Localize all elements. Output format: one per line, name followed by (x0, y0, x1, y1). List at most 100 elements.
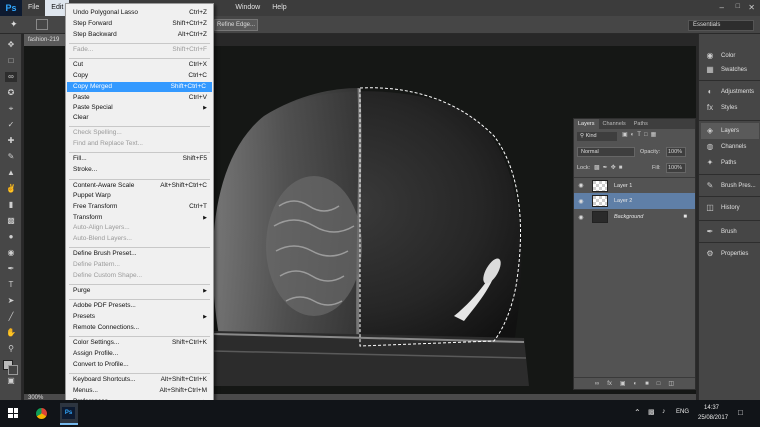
windows-start-icon[interactable] (8, 408, 18, 418)
menu-item-menus[interactable]: Menus... Alt+Shift+Ctrl+M (73, 386, 207, 396)
new-layer-icon[interactable]: □ (657, 378, 661, 389)
dodge-tool-icon[interactable]: ◉ (5, 248, 17, 258)
menu-item-cut[interactable]: Cut Ctrl+X (73, 60, 207, 70)
clock-time[interactable]: 14:37 (704, 405, 719, 411)
fx-icon[interactable]: fx (607, 378, 612, 389)
menu-item-auto-blend[interactable]: Auto-Blend Layers... (73, 234, 207, 244)
healing-brush-icon[interactable]: ✚ (5, 136, 17, 146)
menu-item-puppet-warp[interactable]: Puppet Warp (73, 191, 207, 201)
visibility-eye-icon[interactable]: ◉ (576, 214, 586, 221)
eraser-tool-icon[interactable]: ▮ (5, 200, 17, 210)
language-indicator[interactable]: ENG (676, 409, 689, 415)
menu-item-find-replace[interactable]: Find and Replace Text... (73, 139, 207, 149)
menu-item-clear[interactable]: Clear (73, 113, 207, 123)
network-icon[interactable]: ▩ (648, 408, 655, 416)
fill-input[interactable]: 100% (666, 163, 686, 173)
menu-item-purge[interactable]: Purge ▶ (73, 286, 207, 296)
menu-item-transform[interactable]: Transform ▶ (73, 213, 207, 223)
menu-item-remote-connections[interactable]: Remote Connections... (73, 323, 207, 333)
shape-tool-icon[interactable]: ╱ (5, 312, 17, 322)
brush-tool-icon[interactable]: ✎ (5, 152, 17, 162)
dock-brush[interactable]: ✒ Brush (701, 224, 759, 240)
refine-edge-button[interactable]: Refine Edge... (214, 19, 258, 31)
menu-item-convert-profile[interactable]: Convert to Profile... (73, 360, 207, 370)
menu-item-content-aware-scale[interactable]: Content-Aware Scale Alt+Shift+Ctrl+C (73, 181, 207, 191)
menu-item-paste[interactable]: Paste Ctrl+V (73, 93, 207, 103)
gradient-tool-icon[interactable]: ▩ (5, 216, 17, 226)
chrome-icon[interactable] (35, 407, 48, 420)
menu-window[interactable]: Window (229, 0, 266, 16)
minimize-icon[interactable]: – (720, 3, 724, 12)
type-tool-icon[interactable]: T (5, 280, 17, 290)
filter-icons[interactable]: ▣◐T□▦ (622, 131, 659, 138)
menu-item-define-pattern[interactable]: Define Pattern... (73, 260, 207, 270)
dock-channels[interactable]: ◍ Channels (701, 139, 759, 155)
menu-item-paste-special[interactable]: Paste Special ▶ (73, 103, 207, 113)
menu-item-define-custom-shape[interactable]: Define Custom Shape... (73, 271, 207, 281)
dock-layers[interactable]: ◈ Layers (701, 123, 759, 139)
photoshop-taskbar-button[interactable]: Ps (60, 403, 78, 425)
history-brush-icon[interactable]: ✌ (5, 184, 17, 194)
menu-item-pdf-presets[interactable]: Adobe PDF Presets... (73, 301, 207, 311)
background-color-swatch[interactable] (8, 365, 18, 375)
dock-history[interactable]: ◫ History (701, 200, 759, 216)
dock-paths[interactable]: ✦ Paths (701, 155, 759, 171)
menu-file[interactable]: File (22, 0, 45, 16)
clock-date[interactable]: 25/08/2017 (698, 415, 728, 421)
clone-stamp-icon[interactable]: ▲ (5, 168, 17, 178)
quick-mask-icon[interactable]: ▣ (5, 376, 17, 386)
menu-item-step-forward[interactable]: Step Forward Shift+Ctrl+Z (73, 19, 207, 29)
folder-icon[interactable]: ■ (645, 378, 649, 389)
zoom-tool-icon[interactable]: ⚲ (5, 344, 17, 354)
blur-tool-icon[interactable]: ● (5, 232, 17, 242)
menu-item-undo[interactable]: Undo Polygonal Lasso Ctrl+Z (73, 8, 207, 18)
menu-item-copy-merged[interactable]: Copy Merged Shift+Ctrl+C (67, 82, 212, 92)
move-tool-icon[interactable]: ✥ (5, 40, 17, 50)
dock-properties[interactable]: ⚙ Properties (701, 246, 759, 262)
pen-tool-icon[interactable]: ✒ (5, 264, 17, 274)
workspace-select[interactable]: Essentials (688, 20, 754, 31)
lasso-tool-icon[interactable]: ∞ (5, 72, 17, 82)
tab-layers[interactable]: Layers (574, 119, 599, 129)
chevron-up-icon[interactable]: ⌃ (634, 408, 641, 417)
notification-icon[interactable]: □ (738, 408, 743, 417)
dock-brush-presets[interactable]: ✎ Brush Pres... (701, 178, 759, 194)
dock-styles[interactable]: fx Styles (701, 100, 759, 116)
menu-item-stroke[interactable]: Stroke... (73, 165, 207, 175)
link-icon[interactable]: ∞ (595, 378, 599, 389)
menu-item-step-backward[interactable]: Step Backward Alt+Ctrl+Z (73, 30, 207, 40)
menu-item-assign-profile[interactable]: Assign Profile... (73, 349, 207, 359)
menu-item-check-spelling[interactable]: Check Spelling... (73, 128, 207, 138)
volume-icon[interactable]: ♪ (662, 408, 666, 415)
path-select-icon[interactable]: ➤ (5, 296, 17, 306)
visibility-eye-icon[interactable]: ◉ (576, 198, 586, 205)
marquee-tool-icon[interactable]: □ (5, 56, 17, 66)
menu-item-free-transform[interactable]: Free Transform Ctrl+T (73, 202, 207, 212)
menu-help[interactable]: Help (266, 0, 292, 16)
blend-mode-select[interactable]: Normal (577, 147, 635, 157)
dock-adjustments[interactable]: ◐ Adjustments (701, 84, 759, 100)
menu-item-define-brush[interactable]: Define Brush Preset... (73, 249, 207, 259)
layer-row[interactable]: ◉ Layer 2 (574, 193, 695, 209)
menu-item-color-settings[interactable]: Color Settings... Shift+Ctrl+K (73, 338, 207, 348)
layer-row[interactable]: ◉ Background ■ (574, 209, 695, 225)
menu-item-fade[interactable]: Fade... Shift+Ctrl+F (73, 45, 207, 55)
tab-paths[interactable]: Paths (630, 119, 652, 129)
menu-item-keyboard-shortcuts[interactable]: Keyboard Shortcuts... Alt+Shift+Ctrl+K (73, 375, 207, 385)
selection-mode-icon[interactable] (36, 19, 48, 30)
opacity-input[interactable]: 100% (666, 147, 686, 157)
trash-icon[interactable]: ◫ (668, 378, 674, 389)
dock-swatches[interactable]: ▦ Swatches (701, 62, 759, 78)
hand-tool-icon[interactable]: ✋ (5, 328, 17, 338)
close-icon[interactable]: ✕ (748, 3, 755, 12)
lasso-icon[interactable]: ✦ (10, 19, 18, 30)
lock-icons[interactable]: ▩✒✥■ (594, 164, 625, 171)
menu-item-auto-align[interactable]: Auto-Align Layers... (73, 223, 207, 233)
menu-item-fill[interactable]: Fill... Shift+F5 (73, 154, 207, 164)
quick-select-icon[interactable]: ✪ (5, 88, 17, 98)
layer-filter-select[interactable]: ⚲ Kind (577, 132, 617, 141)
layer-row[interactable]: ◉ Layer 1 (574, 177, 695, 193)
crop-tool-icon[interactable]: ⌖ (5, 104, 17, 114)
mask-icon[interactable]: ▣ (620, 378, 626, 389)
menu-item-presets[interactable]: Presets ▶ (73, 312, 207, 322)
